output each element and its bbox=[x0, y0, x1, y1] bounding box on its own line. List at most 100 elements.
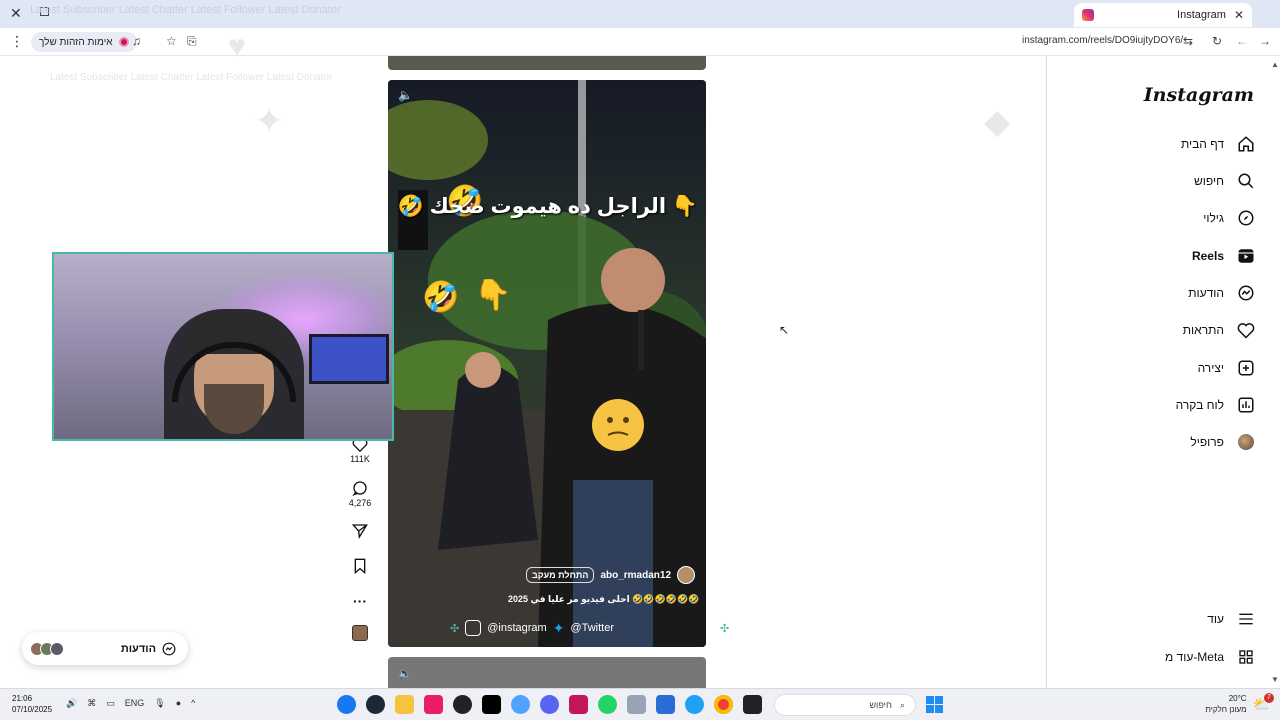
like-count: 111K bbox=[350, 454, 370, 464]
address-bar[interactable]: instagram.com/reels/DO9iujtyDOY6/ bbox=[1022, 35, 1183, 46]
file-explorer-icon[interactable] bbox=[395, 695, 414, 714]
taskbar-apps bbox=[337, 695, 762, 714]
media-control-icon[interactable]: ♫ bbox=[132, 34, 141, 48]
calculator-icon[interactable] bbox=[627, 695, 646, 714]
obs-icon[interactable] bbox=[453, 695, 472, 714]
tray-app-icon[interactable]: ● bbox=[176, 698, 181, 709]
site-settings-icon[interactable]: ⇆ bbox=[1183, 34, 1193, 48]
screenshot-icon[interactable]: ⎘ bbox=[187, 34, 197, 49]
scroll-up-icon[interactable]: ▲ bbox=[1271, 60, 1279, 69]
weather-widget[interactable]: 20°C מעונן חלקית ⛅ 7 bbox=[1205, 692, 1274, 715]
edge-icon[interactable] bbox=[685, 695, 704, 714]
sidebar-item-dashboard[interactable]: לוח בקרה bbox=[1176, 393, 1256, 417]
sidebar-item-notifications[interactable]: התראות bbox=[1183, 318, 1256, 342]
sidebar-item-label: עוד bbox=[1207, 612, 1224, 626]
sidebar-item-more-from-meta[interactable]: עוד מ-Meta bbox=[1165, 645, 1256, 669]
clock-time: 21:06 bbox=[12, 694, 33, 703]
profile-verify-pill[interactable]: אימות הזהות שלך bbox=[31, 32, 137, 52]
mic-icon[interactable]: 🎙 bbox=[154, 698, 165, 709]
messages-floating-button[interactable]: הודעות bbox=[22, 632, 188, 665]
messages-label: הודעות bbox=[120, 642, 156, 655]
streamer-webcam bbox=[52, 252, 394, 441]
audio-thumbnail[interactable] bbox=[344, 625, 376, 643]
start-button[interactable] bbox=[926, 696, 943, 713]
sidebar-item-create[interactable]: יצירה bbox=[1198, 356, 1256, 380]
search-label: חיפוש bbox=[869, 700, 892, 710]
terminal-icon[interactable] bbox=[743, 695, 762, 714]
browser-tab-strip: ✕ Latest Subscriber Latest Chatter Lates… bbox=[0, 0, 1280, 28]
whatsapp-icon[interactable] bbox=[598, 695, 617, 714]
facebook-icon[interactable] bbox=[337, 695, 356, 714]
follow-button[interactable]: התחלת מעקב bbox=[526, 567, 595, 583]
hamburger-icon bbox=[1236, 609, 1256, 629]
stream-social-overlay: ✣ @instagram ✦ @Twitter ✣ bbox=[450, 618, 846, 638]
bookmark-star-icon[interactable]: ☆ bbox=[166, 34, 177, 48]
decorative-star-icon: ✦ bbox=[254, 100, 285, 141]
tiktok-icon[interactable] bbox=[482, 695, 501, 714]
close-tab-icon[interactable]: ✕ bbox=[1234, 8, 1244, 22]
app-icon-pink[interactable] bbox=[424, 695, 443, 714]
browser-menu-icon[interactable]: ⋮ bbox=[10, 33, 24, 50]
back-icon[interactable]: ← bbox=[1236, 34, 1248, 48]
more-options-icon[interactable]: ··· bbox=[344, 593, 376, 609]
taskbar-search[interactable]: חיפוש ⌕ bbox=[774, 694, 916, 716]
previous-reel[interactable] bbox=[388, 56, 706, 70]
profile-avatar bbox=[1236, 432, 1256, 452]
sidebar-item-label: Reels bbox=[1191, 249, 1224, 263]
instagram-logo[interactable]: Instagram bbox=[1144, 84, 1254, 106]
reel-user-avatar[interactable] bbox=[677, 566, 696, 584]
bookmark-icon bbox=[354, 558, 366, 574]
sidebar-item-label: יצירה bbox=[1197, 361, 1224, 375]
taskbar-clock[interactable]: 21:06 07/10/2025 bbox=[12, 693, 52, 715]
mute-icon[interactable]: 🔈 bbox=[398, 88, 413, 102]
notification-badge: 7 bbox=[1264, 692, 1274, 703]
language-indicator[interactable]: ENG bbox=[125, 698, 145, 709]
sidebar-item-label: לוח בקרה bbox=[1175, 398, 1224, 412]
chrome-icon[interactable] bbox=[714, 695, 733, 714]
like-action[interactable]: 111K bbox=[344, 437, 376, 464]
sidebar-item-home[interactable]: דף הבית bbox=[1181, 132, 1256, 156]
search-icon: ⌕ bbox=[899, 699, 905, 710]
search-icon bbox=[1236, 171, 1256, 191]
scroll-down-icon[interactable]: ▼ bbox=[1271, 675, 1279, 684]
share-action[interactable] bbox=[344, 523, 376, 541]
weather-desc: מעונן חלקית bbox=[1205, 705, 1247, 714]
discord-icon[interactable] bbox=[540, 695, 559, 714]
grid-icon bbox=[1236, 647, 1256, 667]
wifi-icon[interactable]: ⌘ bbox=[87, 698, 96, 709]
steam-icon[interactable] bbox=[366, 695, 385, 714]
share-icon bbox=[352, 524, 368, 539]
close-window-icon[interactable]: ✕ bbox=[10, 5, 22, 22]
system-tray: 🔊 ⌘ ▭ ENG 🎙 ● ^ bbox=[66, 698, 195, 709]
profile-pill-label: אימות הזהות שלך bbox=[39, 36, 113, 48]
messenger-icon bbox=[162, 642, 176, 655]
reload-icon[interactable]: ↻ bbox=[1212, 34, 1222, 48]
sidebar-item-reels[interactable]: Reels bbox=[1192, 244, 1256, 268]
reel-video[interactable]: 🔈 🤣 👇 الراجل ده هيموت ضحك 🤣 🤣 👇 התחלת מע… bbox=[388, 80, 706, 647]
pointing-down-emoji: 👇 bbox=[474, 279, 512, 312]
sidebar-item-search[interactable]: חיפוש bbox=[1194, 169, 1256, 193]
reel-video-frame bbox=[388, 80, 706, 647]
forward-icon[interactable]: → bbox=[1259, 34, 1271, 48]
overlay-sparkle-icon-2: ✣ bbox=[719, 622, 730, 635]
decorative-diamond-icon: ◆ bbox=[984, 103, 1011, 141]
sidebar-item-profile[interactable]: פרופיל bbox=[1190, 430, 1256, 454]
tray-overflow-icon[interactable]: ^ bbox=[191, 698, 195, 709]
sidebar-item-messages[interactable]: הודעות bbox=[1188, 281, 1256, 305]
sidebar-item-explore[interactable]: גילוי bbox=[1203, 206, 1256, 230]
comment-action[interactable]: 4,276 bbox=[344, 480, 376, 508]
store-icon[interactable] bbox=[656, 695, 675, 714]
heart-icon bbox=[1236, 320, 1256, 340]
tab-instagram[interactable]: Instagram ✕ bbox=[1074, 3, 1252, 27]
volume-icon[interactable]: 🔊 bbox=[66, 698, 77, 709]
app-icon-blue[interactable] bbox=[511, 695, 530, 714]
reel-username[interactable]: abo_rmadan12 bbox=[600, 570, 671, 581]
page-scrollbar[interactable]: ▲ ▼ bbox=[1270, 56, 1280, 688]
decorative-heart-icon: ♥ bbox=[228, 30, 246, 63]
battery-icon[interactable]: ▭ bbox=[106, 698, 115, 709]
sidebar-item-more[interactable]: עוד bbox=[1207, 607, 1256, 631]
save-action[interactable] bbox=[344, 558, 376, 576]
laugh-emoji-2: 🤣 bbox=[422, 281, 460, 314]
app-icon-red[interactable] bbox=[569, 695, 588, 714]
next-reel-mute-icon[interactable]: 🔈 bbox=[398, 667, 412, 680]
